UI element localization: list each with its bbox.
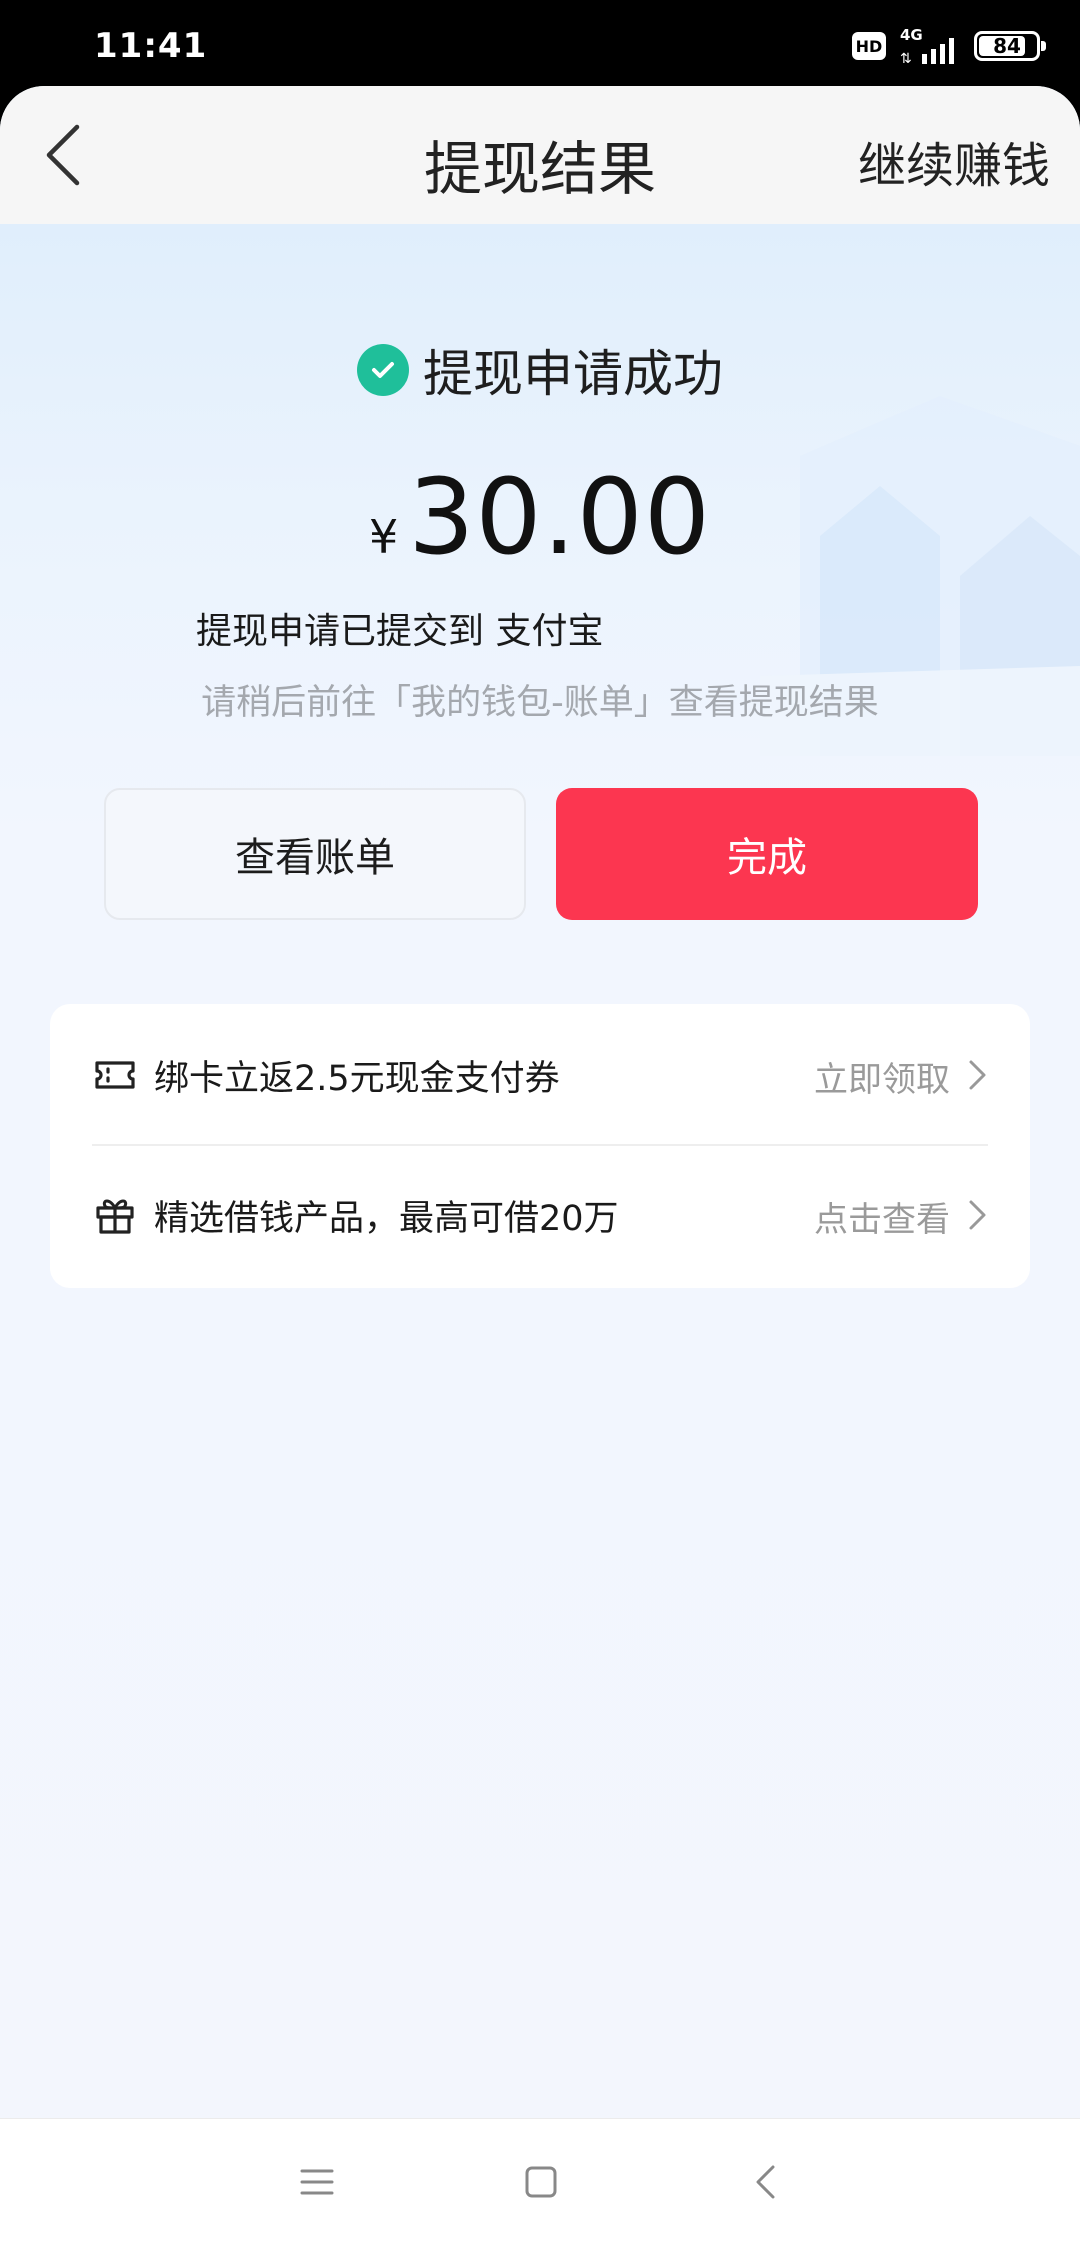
- ticket-icon: [95, 1061, 135, 1089]
- currency-symbol: ¥: [368, 510, 399, 564]
- check-circle-icon: [357, 344, 409, 396]
- nav-bar: 提现结果 继续赚钱: [0, 86, 1080, 224]
- submitted-message: 提现申请已提交到 支付宝: [196, 611, 604, 652]
- chevron-right-icon: [969, 1060, 986, 1090]
- menu-icon: [300, 2169, 334, 2195]
- back-arrow-icon: [756, 2165, 775, 2199]
- result-page: 提现结果 继续赚钱 提现申请成功 ¥ 30.00 提现申请已提交到 支付宝 请稍…: [0, 86, 1080, 2244]
- promo-action: 立即领取: [814, 1060, 950, 1100]
- view-bill-button[interactable]: 查看账单: [104, 788, 526, 920]
- chevron-right-icon: [969, 1200, 986, 1230]
- promo-item-card-cashback[interactable]: 绑卡立返2.5元现金支付券 立即领取: [50, 1004, 1030, 1144]
- signal-icon: 4G ⇅: [900, 26, 960, 66]
- battery-icon: 84: [974, 31, 1046, 61]
- gift-icon: [96, 1199, 134, 1234]
- amount-value: 30.00: [408, 456, 711, 578]
- home-key[interactable]: [516, 2157, 566, 2207]
- promo-text: 精选借钱产品，最高可借20万: [154, 1199, 619, 1239]
- data-arrows-icon: ⇅: [900, 51, 912, 67]
- continue-earning-button[interactable]: 继续赚钱: [858, 126, 1050, 196]
- hint-message: 请稍后前往「我的钱包-账单」查看提现结果: [201, 683, 879, 723]
- withdraw-amount: ¥ 30.00: [0, 456, 1080, 578]
- hd-badge: HD: [852, 32, 886, 60]
- home-square-icon: [525, 2166, 557, 2198]
- signal-bars-icon: [922, 38, 954, 64]
- status-bar: 11:41 HD 4G ⇅ 84: [0, 0, 1080, 90]
- battery-level: 84: [993, 34, 1021, 58]
- menu-key[interactable]: [292, 2157, 342, 2207]
- check-mark-icon: [372, 362, 394, 378]
- success-status: 提现申请成功: [0, 334, 1080, 406]
- done-button[interactable]: 完成: [556, 788, 978, 920]
- system-nav-bar: [0, 2118, 1080, 2244]
- status-time: 11:41: [94, 26, 208, 66]
- success-message: 提现申请成功: [423, 345, 723, 403]
- app-screen: 11:41 HD 4G ⇅ 84 提现结果 继续赚钱 提现申请成功 ¥ 30.0…: [0, 0, 1080, 2244]
- promo-card: 绑卡立返2.5元现金支付券 立即领取 精选借钱产品，最高可借20万 点击查看: [50, 1004, 1030, 1288]
- back-key[interactable]: [740, 2157, 790, 2207]
- promo-item-loan[interactable]: 精选借钱产品，最高可借20万 点击查看: [50, 1144, 1030, 1284]
- promo-action: 点击查看: [814, 1200, 950, 1240]
- promo-text: 绑卡立返2.5元现金支付券: [154, 1059, 560, 1099]
- status-icons: HD 4G ⇅ 84: [852, 26, 1046, 66]
